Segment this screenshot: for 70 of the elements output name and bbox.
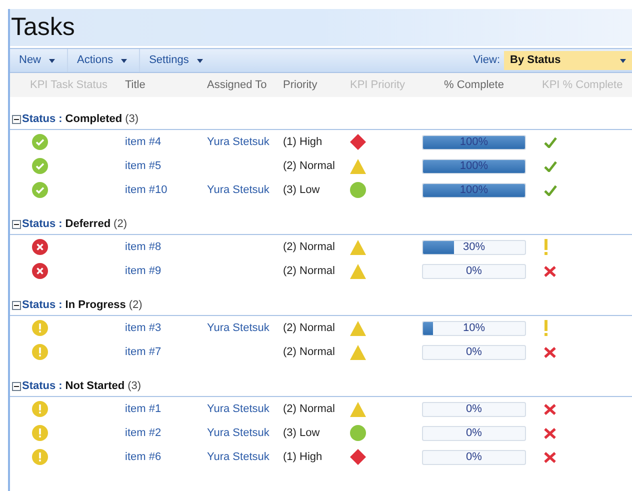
group-count: (3) [128,379,142,394]
title-link[interactable]: item #3 [120,320,202,336]
caret-icon [196,58,203,62]
progress-reading: 0% [465,450,483,464]
title-link[interactable]: item #6 [120,448,202,466]
view-dropdown[interactable]: By Status [504,51,632,70]
title-link[interactable]: item #9 [120,262,202,280]
progress-reading: 100% [458,136,490,148]
collapse-icon[interactable] [12,301,21,310]
caret-icon [49,58,56,62]
group-field: Status [22,216,56,233]
priority-text: (2) Normal [282,320,336,336]
priority-text: (2) Normal [282,240,336,255]
progress-reading: 0% [465,264,483,278]
caret-icon [620,58,626,62]
title-link[interactable]: item #8 [120,238,202,256]
toolbar-menu[interactable]: Actions [67,49,140,72]
page-title: Tasks [11,12,75,43]
priority-text: (3) Low [282,182,321,198]
group-separator: : [58,217,62,232]
priority-text: (2) Normal [282,264,336,279]
group-field: Status [22,297,56,314]
group-count: (2) [128,298,142,314]
group-value: In Progress [65,298,126,314]
view-label: View: [473,53,500,68]
progress-reading: 0% [465,402,483,416]
progress-reading: 10% [462,322,486,334]
group-value: Deferred [65,217,111,232]
group-field: Status [22,378,56,395]
group-count: (3) [125,112,139,128]
progress-reading: 100% [458,160,490,172]
group-separator: : [58,379,62,394]
assignee-link[interactable]: Yura Stetsuk [207,322,270,334]
title-link[interactable]: item #2 [120,424,202,442]
priority-text: (3) Low [282,426,321,441]
assignee-link[interactable]: Yura Stetsuk [207,136,270,148]
column-header[interactable]: Priority [278,76,344,94]
progress-reading: 0% [465,426,483,440]
progress-reading: 30% [462,240,486,254]
group-value: Not Started [65,379,125,394]
assignee-link[interactable]: Yura Stetsuk [207,426,270,439]
priority-text: (2) Normal [282,344,336,360]
title-link[interactable]: item #5 [120,158,202,174]
title-link[interactable]: item #10 [120,182,202,198]
column-header[interactable]: Title [120,76,202,94]
assignee-link[interactable]: Yura Stetsuk [207,184,270,196]
priority-text: (1) High [282,450,324,465]
collapse-icon[interactable] [12,115,21,124]
priority-text: (2) Normal [282,158,336,174]
title-link[interactable]: item #4 [120,134,202,150]
collapse-icon[interactable] [12,382,21,391]
group-field: Status [22,111,56,128]
title-link[interactable]: item #1 [120,400,202,418]
toolbar-menu[interactable]: Settings [139,49,215,72]
progress-reading: 0% [465,346,483,358]
priority-text: (1) High [282,134,324,150]
title-link[interactable]: item #7 [120,344,202,360]
column-header[interactable]: Assigned To [202,76,278,94]
toolbar-menu[interactable]: New [10,49,68,72]
group-separator: : [58,112,62,128]
progress-reading: 100% [458,184,490,196]
priority-text: (2) Normal [282,402,336,417]
assignee-link[interactable]: Yura Stetsuk [207,450,270,463]
assignee-link[interactable]: Yura Stetsuk [207,402,270,415]
collapse-icon[interactable] [12,220,21,229]
group-separator: : [58,298,62,314]
group-value: Completed [65,112,122,128]
caret-icon [121,58,128,62]
group-count: (2) [114,217,127,232]
column-header[interactable]: % Complete [414,76,534,94]
